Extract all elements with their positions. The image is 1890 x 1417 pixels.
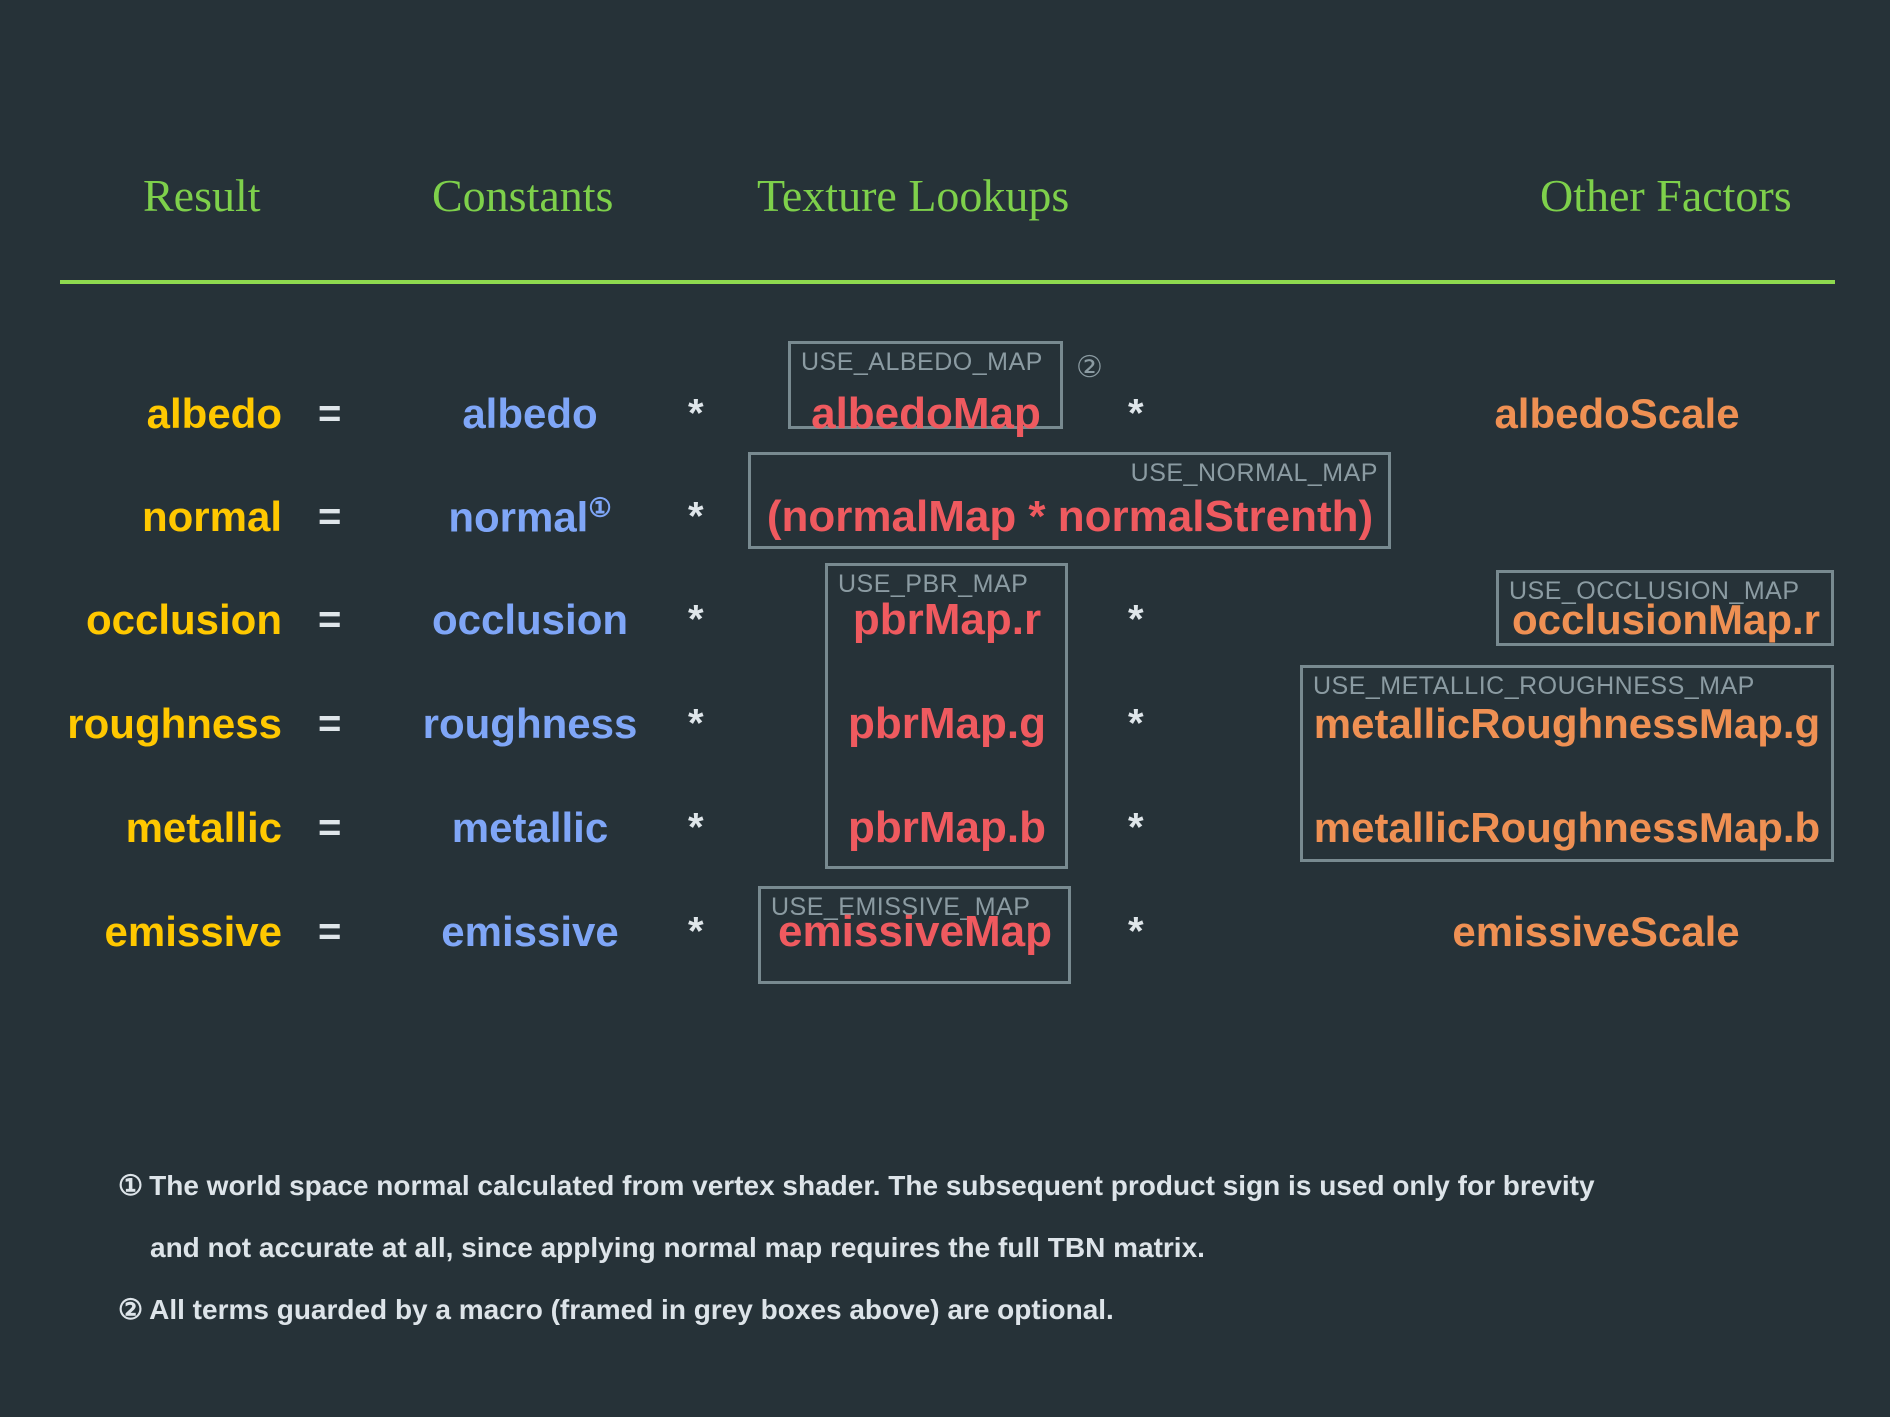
constant-roughness-label: roughness	[422, 700, 638, 747]
column-headers: Result Constants Texture Lookups Other F…	[0, 168, 1890, 238]
multiply-albedo-1: *	[688, 391, 704, 436]
result-roughness: roughness	[67, 700, 282, 747]
footnotes-block: ① The world space normal calculated from …	[118, 1155, 1818, 1341]
other-factor-albedo-scale: albedoScale	[1494, 390, 1740, 437]
constant-metallic: metallic	[400, 804, 660, 852]
other-factor-metallic-roughness-map-b: metallicRoughnessMap.b	[1313, 804, 1821, 851]
column-header-result: Result	[143, 170, 261, 221]
constant-occlusion: occlusion	[400, 596, 660, 644]
texture-emissive-map: emissiveMap	[778, 907, 1052, 956]
constant-albedo: albedo	[400, 390, 660, 438]
equation-row-normal: normal = normal① * (normalMap * normalSt…	[0, 465, 1890, 569]
multiply-albedo-2: *	[1128, 391, 1144, 436]
texture-pbr-map-r: pbrMap.r	[852, 595, 1042, 644]
multiply-metallic-2: *	[1128, 805, 1144, 850]
multiply-occlusion-2: *	[1128, 597, 1144, 642]
footnote-marker-one-normal: ①	[588, 492, 612, 523]
footnote-one-text-1: The world space normal calculated from v…	[149, 1170, 1595, 1201]
texture-albedo-map: albedoMap	[811, 389, 1041, 438]
equals-emissive: =	[318, 909, 342, 954]
other-factor-metallic-roughness-map-g: metallicRoughnessMap.g	[1313, 700, 1821, 747]
multiply-normal-1: *	[688, 494, 704, 539]
result-metallic: metallic	[125, 804, 282, 851]
equals-metallic: =	[318, 805, 342, 850]
multiply-roughness-2: *	[1128, 701, 1144, 746]
texture-pbr-map-b: pbrMap.b	[848, 803, 1046, 852]
equation-row-albedo: albedo = albedo * albedoMap * albedoScal…	[0, 362, 1890, 466]
constant-normal-label: normal	[448, 493, 589, 541]
column-header-other-factors: Other Factors	[1540, 170, 1792, 221]
constant-metallic-label: metallic	[451, 804, 609, 851]
column-header-constants: Constants	[432, 170, 614, 221]
diagram-canvas: Result Constants Texture Lookups Other F…	[0, 0, 1890, 1417]
constant-emissive: emissive	[400, 908, 660, 956]
constant-roughness: roughness	[400, 700, 660, 748]
equation-grid: albedo = albedo * albedoMap * albedoScal…	[0, 300, 1890, 1000]
equals-albedo: =	[318, 391, 342, 436]
footnote-one-marker: ①	[118, 1170, 144, 1201]
footnote-two-marker: ②	[118, 1294, 144, 1325]
texture-normal-map-expression: (normalMap * normalStrenth)	[766, 492, 1374, 541]
other-factor-emissive-scale: emissiveScale	[1452, 908, 1740, 955]
column-header-texture-lookups: Texture Lookups	[757, 170, 1070, 221]
equation-row-metallic: metallic = metallic * pbrMap.b * metalli…	[0, 776, 1890, 880]
footnote-one-text-2: and not accurate at all, since applying …	[150, 1232, 1205, 1263]
multiply-occlusion-1: *	[688, 597, 704, 642]
multiply-emissive-2: *	[1128, 909, 1144, 954]
equation-row-occlusion: occlusion = occlusion * pbrMap.r * occlu…	[0, 568, 1890, 672]
multiply-metallic-1: *	[688, 805, 704, 850]
other-factor-occlusion-map-r: occlusionMap.r	[1511, 596, 1821, 643]
equals-occlusion: =	[318, 597, 342, 642]
constant-albedo-label: albedo	[462, 390, 598, 437]
footnote-two-text-1: All terms guarded by a macro (framed in …	[149, 1294, 1114, 1325]
equals-roughness: =	[318, 701, 342, 746]
footnote-one-line-1: ① The world space normal calculated from …	[118, 1155, 1818, 1217]
header-divider-rule	[60, 280, 1835, 284]
result-occlusion: occlusion	[85, 596, 282, 643]
result-emissive: emissive	[104, 908, 282, 955]
equation-row-roughness: roughness = roughness * pbrMap.g * metal…	[0, 672, 1890, 776]
equation-row-emissive: emissive = emissive * emissiveMap * emis…	[0, 880, 1890, 984]
multiply-roughness-1: *	[688, 701, 704, 746]
equals-normal: =	[318, 494, 342, 539]
constant-emissive-label: emissive	[441, 908, 619, 955]
multiply-emissive-1: *	[688, 909, 704, 954]
footnote-one-line-2: and not accurate at all, since applying …	[118, 1217, 1818, 1279]
texture-pbr-map-g: pbrMap.g	[848, 699, 1046, 748]
constant-normal: normal①	[400, 493, 660, 542]
footnote-two-line-1: ② All terms guarded by a macro (framed in…	[118, 1279, 1818, 1341]
result-albedo: albedo	[146, 390, 282, 437]
result-normal: normal	[141, 493, 282, 540]
constant-occlusion-label: occlusion	[431, 596, 629, 643]
